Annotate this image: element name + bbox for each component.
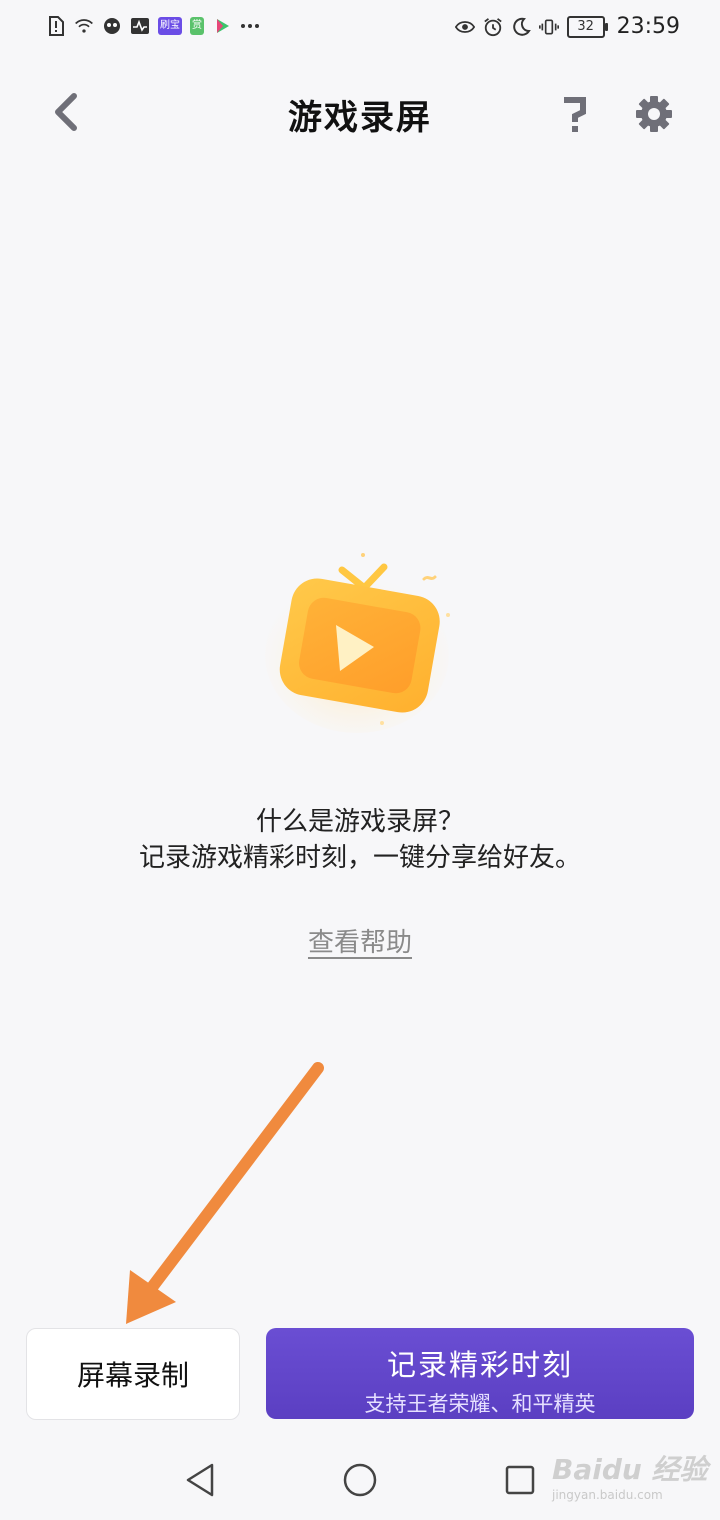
baidu-watermark: Baidu 经验 [552, 1453, 708, 1486]
triangle-back-icon [186, 1463, 214, 1497]
square-recents-icon [505, 1465, 535, 1495]
gear-icon [636, 96, 672, 132]
circle-home-icon [343, 1463, 377, 1497]
status-right: 32 23:59 [454, 14, 680, 39]
supported-games-label: 支持王者荣耀、和平精英 [364, 1392, 596, 1416]
face-app-icon [102, 16, 122, 36]
video-app-icon [212, 16, 232, 36]
screen-record-button[interactable]: 屏幕录制 [26, 1328, 240, 1420]
intro-question: 什么是游戏录屏？ [255, 807, 464, 837]
top-bar: 游戏录屏 [0, 70, 720, 156]
status-bar: 刷宝 赏 32 23:59 [0, 0, 720, 56]
vibrate-icon [538, 17, 559, 37]
record-highlights-button[interactable]: 记录精彩时刻 支持王者荣耀、和平精英 [266, 1328, 694, 1419]
record-highlights-label: 记录精彩时刻 [386, 1348, 573, 1382]
shuabao-app-icon: 刷宝 [158, 17, 182, 35]
nav-recents-button[interactable] [496, 1458, 544, 1502]
nav-home-button[interactable] [336, 1458, 384, 1502]
activity-app-icon [130, 16, 150, 36]
intro-description: 记录游戏精彩时刻，一键分享给好友。 [138, 843, 581, 873]
help-button[interactable] [554, 90, 594, 138]
game-recording-illustration [262, 545, 462, 735]
nav-back-button[interactable] [176, 1458, 224, 1502]
baidu-watermark-url: jingyan.baidu.com [552, 1488, 663, 1502]
more-notifications-icon [240, 16, 260, 36]
page-title: 游戏录屏 [288, 98, 432, 138]
wifi-icon [74, 16, 94, 36]
sim-alert-icon [46, 16, 66, 36]
tv-play-icon [265, 553, 450, 733]
alarm-icon [483, 17, 503, 37]
status-left: 刷宝 赏 [46, 16, 260, 36]
moon-icon [511, 17, 531, 37]
settings-button[interactable] [632, 92, 676, 136]
reward-app-icon: 赏 [190, 17, 204, 35]
screen-record-label: 屏幕录制 [76, 1359, 189, 1392]
battery-indicator: 32 [566, 15, 608, 38]
help-icon [564, 97, 586, 132]
status-time: 23:59 [616, 14, 680, 39]
view-help-link[interactable]: 查看帮助 [0, 922, 720, 959]
intro-text: 什么是游戏录屏？ 记录游戏精彩时刻，一键分享给好友。 [0, 804, 720, 876]
eye-comfort-icon [454, 17, 475, 37]
annotation-arrow [126, 1062, 324, 1324]
